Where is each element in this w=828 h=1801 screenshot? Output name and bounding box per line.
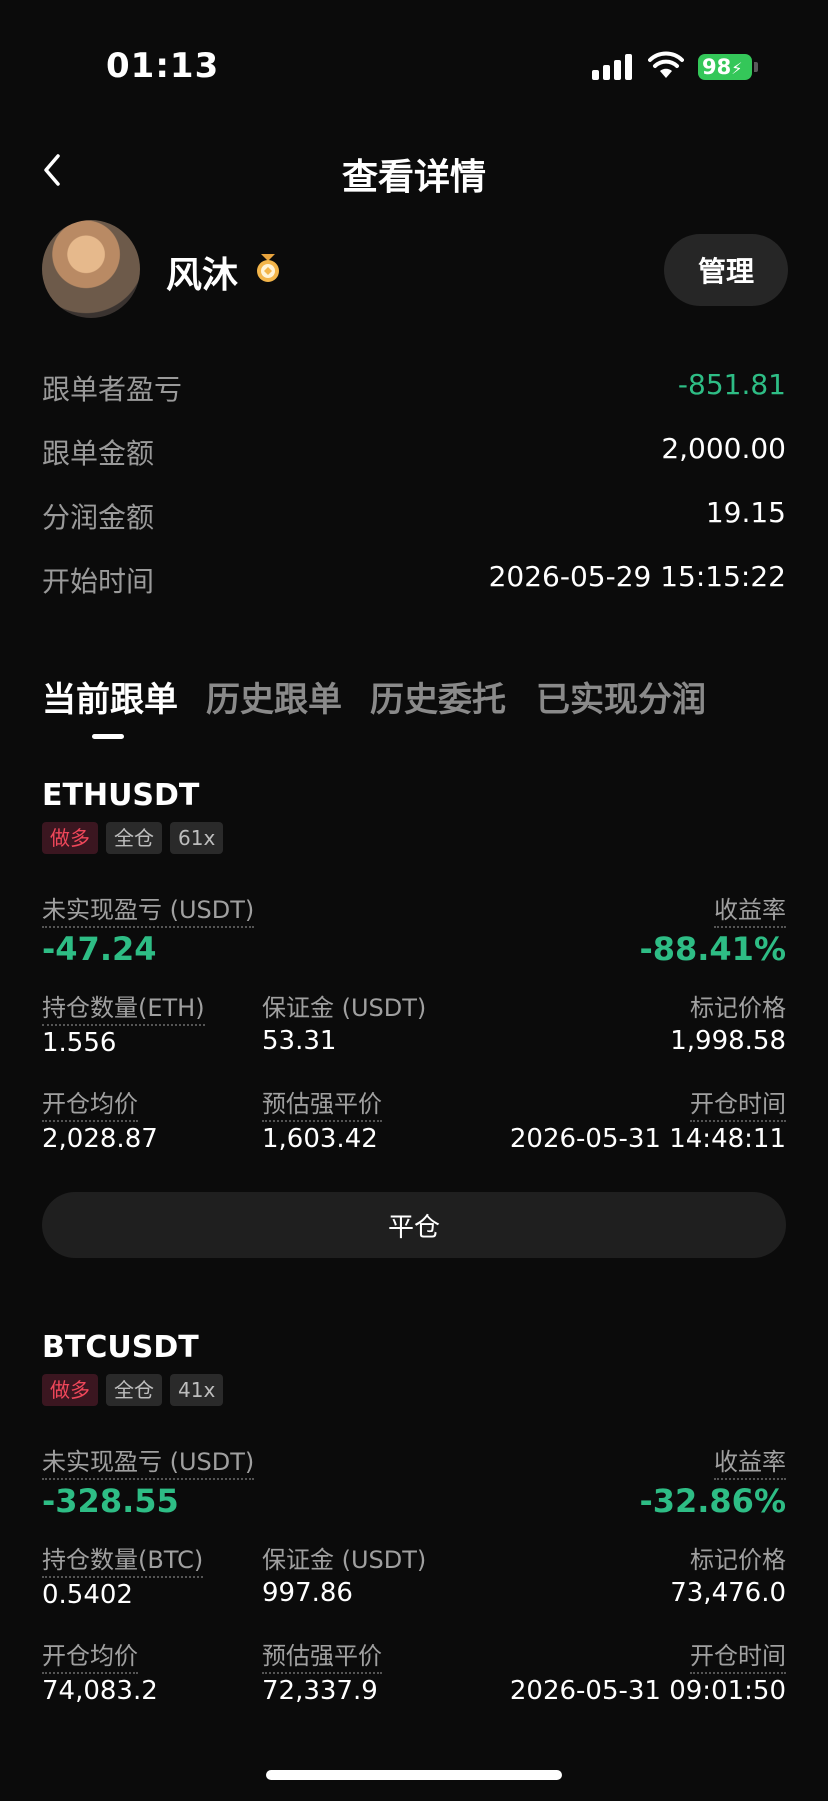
position-badges: 做多 全仓 61x (42, 822, 224, 854)
margin-value: 53.31 (262, 1026, 337, 1056)
roi-value: -88.41% (639, 930, 786, 968)
entry-price-value: 74,083.2 (42, 1676, 158, 1706)
margin-mode-badge: 全仓 (106, 1374, 162, 1406)
liquidation-price: 预估强平价 72,337.9 (262, 1636, 382, 1706)
liquidation-price-value: 72,337.9 (262, 1676, 378, 1706)
position-qty-value: 0.5402 (42, 1580, 133, 1610)
status-time: 01:13 (106, 46, 220, 86)
page-title: 查看详情 (341, 157, 486, 198)
summary-row-start-time: 开始时间 2026-05-29 15:15:22 (42, 552, 786, 616)
summary-label: 跟单者盈亏 (42, 373, 183, 406)
position-qty: 持仓数量(BTC) 0.5402 (42, 1540, 204, 1610)
margin-label: 保证金 (USDT) (262, 1546, 427, 1574)
roi: 收益率 -32.86% (639, 1442, 786, 1520)
wifi-icon (648, 51, 684, 78)
entry-price-label[interactable]: 开仓均价 (42, 1084, 138, 1122)
summary-row-pnl: 跟单者盈亏 -851.81 (42, 360, 786, 424)
summary-value: 19.15 (705, 496, 786, 529)
mark-price-value: 1,998.58 (670, 1026, 786, 1056)
liquidation-price-value: 1,603.42 (262, 1124, 378, 1154)
position-qty: 持仓数量(ETH) 1.556 (42, 988, 205, 1058)
tab-current-copy[interactable]: 当前跟单 (42, 672, 178, 721)
status-bar: 01:13 98⚡ (0, 0, 828, 120)
summary-value: -851.81 (677, 368, 786, 401)
liquidation-price-label[interactable]: 预估强平价 (262, 1084, 382, 1122)
mark-price: 标记价格 73,476.0 (670, 1540, 786, 1608)
liquidation-price: 预估强平价 1,603.42 (262, 1084, 382, 1154)
tab-history-copy[interactable]: 历史跟单 (206, 672, 342, 721)
margin: 保证金 (USDT) 997.86 (262, 1540, 426, 1608)
open-time-label[interactable]: 开仓时间 (690, 1084, 786, 1122)
summary-label: 分润金额 (42, 501, 155, 534)
entry-price: 开仓均价 74,083.2 (42, 1636, 158, 1706)
manage-button[interactable]: 管理 (664, 234, 788, 306)
copy-summary: 跟单者盈亏 -851.81 跟单金额 2,000.00 分润金额 19.15 开… (42, 360, 786, 616)
tab-history-orders[interactable]: 历史委托 (370, 672, 506, 721)
margin-value: 997.86 (262, 1578, 353, 1608)
avatar[interactable] (42, 220, 140, 318)
open-time-value: 2026-05-31 09:01:50 (509, 1676, 786, 1706)
entry-price-value: 2,028.87 (42, 1124, 158, 1154)
nav-bar: 查看详情 (0, 140, 828, 200)
roi-label[interactable]: 收益率 (714, 890, 786, 928)
entry-price-label[interactable]: 开仓均价 (42, 1636, 138, 1674)
medal-icon (257, 254, 279, 282)
tab-indicator (92, 734, 124, 739)
roi-value: -32.86% (639, 1482, 786, 1520)
close-position-button[interactable]: 平仓 (42, 1192, 786, 1258)
position-badges: 做多 全仓 41x (42, 1374, 224, 1406)
summary-value: 2,000.00 (661, 432, 786, 465)
unrealized-pnl-value: -328.55 (42, 1482, 179, 1520)
margin-mode-badge: 全仓 (106, 822, 162, 854)
open-time: 开仓时间 2026-05-31 09:01:50 (510, 1636, 786, 1706)
side-badge: 做多 (42, 822, 98, 854)
position-qty-label[interactable]: 持仓数量(BTC) (42, 1540, 204, 1578)
leverage-badge: 61x (170, 822, 224, 854)
home-indicator[interactable] (266, 1770, 562, 1780)
unrealized-pnl: 未实现盈亏 (USDT) -47.24 (42, 890, 255, 968)
mark-price: 标记价格 1,998.58 (670, 988, 786, 1056)
entry-price: 开仓均价 2,028.87 (42, 1084, 158, 1154)
open-time-value: 2026-05-31 14:48:11 (509, 1124, 786, 1154)
battery-tip (754, 62, 758, 72)
position-qty-value: 1.556 (42, 1028, 117, 1058)
summary-label: 跟单金额 (42, 437, 155, 470)
leverage-badge: 41x (170, 1374, 224, 1406)
open-time: 开仓时间 2026-05-31 14:48:11 (510, 1084, 786, 1154)
liquidation-price-label[interactable]: 预估强平价 (262, 1636, 382, 1674)
summary-label: 开始时间 (42, 565, 155, 598)
unrealized-pnl-value: -47.24 (42, 930, 157, 968)
mark-price-value: 73,476.0 (670, 1578, 786, 1608)
roi-label[interactable]: 收益率 (714, 1442, 786, 1480)
trader-profile: 风沐 管理 (0, 220, 828, 320)
unrealized-pnl-label[interactable]: 未实现盈亏 (USDT) (42, 1442, 255, 1480)
tab-bar: 当前跟单 历史跟单 历史委托 已实现分润 (42, 672, 802, 742)
roi: 收益率 -88.41% (639, 890, 786, 968)
battery-icon: 98⚡ (698, 54, 752, 80)
margin-label: 保证金 (USDT) (262, 994, 427, 1022)
tab-realized-profit-share[interactable]: 已实现分润 (536, 672, 706, 721)
summary-value: 2026-05-29 15:15:22 (488, 560, 786, 593)
summary-row-amount: 跟单金额 2,000.00 (42, 424, 786, 488)
trader-name: 风沐 (166, 255, 239, 296)
position-symbol: ETHUSDT (42, 778, 200, 813)
open-time-label[interactable]: 开仓时间 (690, 1636, 786, 1674)
position-card: BTCUSDT 做多 全仓 41x 未实现盈亏 (USDT) -328.55 收… (42, 1330, 786, 1730)
position-qty-label[interactable]: 持仓数量(ETH) (42, 988, 205, 1026)
position-card: ETHUSDT 做多 全仓 61x 未实现盈亏 (USDT) -47.24 收益… (42, 778, 786, 1258)
mark-price-label: 标记价格 (690, 1546, 786, 1574)
unrealized-pnl: 未实现盈亏 (USDT) -328.55 (42, 1442, 255, 1520)
battery-level: 98 (702, 55, 732, 79)
summary-row-profit-share: 分润金额 19.15 (42, 488, 786, 552)
position-symbol: BTCUSDT (42, 1330, 199, 1365)
margin: 保证金 (USDT) 53.31 (262, 988, 426, 1056)
mark-price-label: 标记价格 (690, 994, 786, 1022)
cellular-signal-icon (592, 54, 636, 80)
side-badge: 做多 (42, 1374, 98, 1406)
unrealized-pnl-label[interactable]: 未实现盈亏 (USDT) (42, 890, 255, 928)
